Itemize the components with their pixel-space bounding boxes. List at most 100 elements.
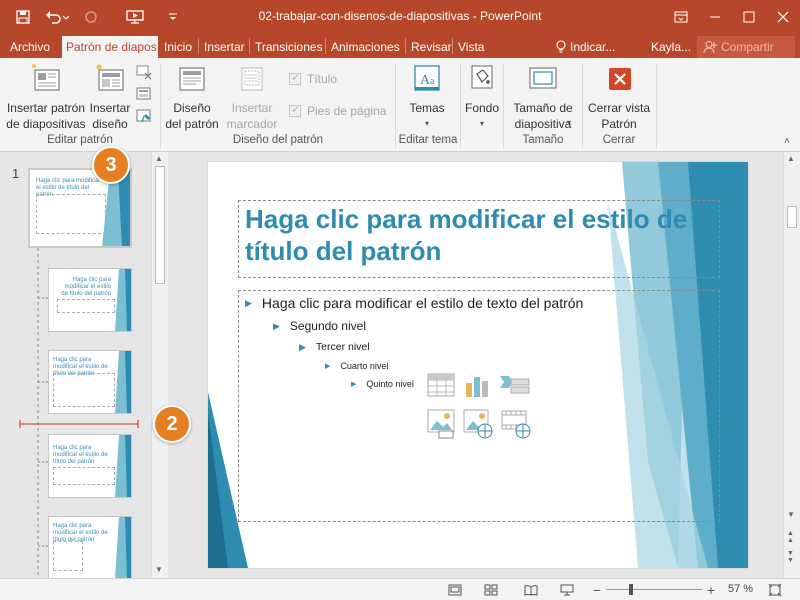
collapse-ribbon-icon[interactable]: ˄ <box>784 136 790 147</box>
group-close-label: Cerrar <box>602 134 636 146</box>
zoom-slider-thumb[interactable] <box>629 584 633 595</box>
lightbulb-icon <box>556 40 566 53</box>
editor-scroll-down-icon[interactable]: ▼ <box>787 510 795 519</box>
tab-revisar[interactable]: Revisar <box>407 36 456 58</box>
layout-thumbnail[interactable]: Haga clic para modificar el estilo de tí… <box>48 350 132 414</box>
next-slide-icon[interactable]: ▼ ▼ <box>787 550 794 564</box>
previous-slide-icon[interactable]: ▲ ▲ <box>787 530 794 544</box>
scroll-up-icon[interactable]: ▲ <box>155 154 163 163</box>
background-label: Fondo <box>464 101 500 115</box>
content-placeholder[interactable]: ▶ Haga clic para modificar el estilo de t… <box>238 290 720 522</box>
save-icon[interactable] <box>10 6 36 28</box>
share-button[interactable]: Compartir <box>697 36 795 58</box>
tab-insertar[interactable]: Insertar <box>200 36 249 58</box>
tab-vista[interactable]: Vista <box>454 36 488 58</box>
insert-slide-master-button[interactable]: Insertar patrón de diapositivas <box>4 62 88 132</box>
slide-size-icon <box>529 67 557 89</box>
layout-thumb-decoration <box>115 435 131 497</box>
slide-size-label1: Tamaño de <box>513 101 573 115</box>
slide-canvas[interactable]: Haga clic para modificar el estilo de tí… <box>208 162 748 568</box>
title-placeholder[interactable]: Haga clic para modificar el estilo de tí… <box>238 200 720 278</box>
layout-thumbnail[interactable]: Haga clic para modificar el estilo de tí… <box>48 268 132 332</box>
insert-smartart-icon[interactable] <box>499 373 531 399</box>
title-bar: 02-trabajar-con-disenos-de-diapositivas … <box>0 0 800 34</box>
customize-qat-icon[interactable] <box>160 6 186 28</box>
zoom-out-icon[interactable]: − <box>588 582 606 598</box>
insert-layout-icon <box>96 64 124 91</box>
layout-thumbnail[interactable]: Haga clic para modificar el estilo de tí… <box>48 516 132 578</box>
insert-online-picture-icon[interactable] <box>463 409 493 439</box>
insert-video-icon[interactable] <box>501 409 531 439</box>
themes-button[interactable]: Aa Temas ▾ <box>404 62 450 132</box>
bullet-level-2-text: Segundo nivel <box>289 319 366 333</box>
themes-icon: Aa <box>414 65 440 91</box>
bullet-level-1[interactable]: ▶ Haga clic para modificar el estilo de t… <box>245 295 583 311</box>
bullet-level-3[interactable]: ▶ Tercer nivel <box>299 341 370 353</box>
close-window-icon[interactable] <box>766 0 800 34</box>
insert-slide-master-label2: de diapositivas <box>6 117 86 131</box>
background-icon <box>471 65 493 89</box>
tab-archivo[interactable]: Archivo <box>6 36 54 58</box>
bullet-arrow-icon: ▶ <box>351 381 357 388</box>
close-master-view-button[interactable]: Cerrar vista Patrón <box>584 62 654 132</box>
tab-inicio[interactable]: Inicio <box>160 36 196 58</box>
user-name[interactable]: Kayla... <box>651 36 691 58</box>
normal-view-icon[interactable] <box>446 582 464 598</box>
bullet-level-3-text: Tercer nivel <box>315 341 370 353</box>
ribbon-display-options-icon[interactable] <box>664 0 698 34</box>
group-separator <box>582 64 583 148</box>
bullet-arrow-icon: ▶ <box>273 320 280 331</box>
layout-thumbnail[interactable]: Haga clic para modificar el estilo de tí… <box>48 434 132 498</box>
scroll-down-icon[interactable]: ▼ <box>155 565 163 574</box>
insert-placeholder-icon <box>241 67 263 91</box>
layout-thumb-body <box>53 541 83 571</box>
zoom-in-icon[interactable]: + <box>702 582 720 598</box>
zoom-level[interactable]: 57 % <box>728 583 753 595</box>
preserve-slide-icon[interactable] <box>136 108 152 124</box>
start-presentation-icon[interactable] <box>122 6 148 28</box>
master-layout-label2: del patrón <box>165 117 219 131</box>
fit-to-window-icon[interactable] <box>766 582 784 598</box>
insert-placeholder-label1: Insertar <box>231 101 273 115</box>
group-size-label: Tamaño <box>522 134 564 146</box>
tell-me-text: Indicar... <box>570 40 616 54</box>
insert-layout-button[interactable]: Insertar diseño <box>88 62 132 132</box>
reading-view-icon[interactable] <box>522 582 540 598</box>
thumb-pane-scrollbar[interactable]: ▲ ▼ <box>151 152 168 578</box>
tab-animaciones[interactable]: Animaciones <box>327 36 404 58</box>
rename-slide-icon[interactable] <box>136 86 152 102</box>
svg-text:a: a <box>430 76 435 87</box>
editor-scroll-up-icon[interactable]: ▲ <box>787 154 795 163</box>
themes-dropdown-icon: ▾ <box>424 119 429 128</box>
thumb-scrollbar-thumb[interactable] <box>155 166 165 284</box>
insert-slide-master-icon <box>32 64 60 91</box>
editor-scrollbar-thumb[interactable] <box>787 206 797 228</box>
background-dropdown-icon: ▾ <box>479 119 484 128</box>
master-layout-button[interactable]: Diseño del patrón <box>164 62 220 132</box>
bullet-level-5[interactable]: ▶ Quinto nivel <box>351 379 414 389</box>
close-master-icon <box>609 68 631 90</box>
slide-title[interactable]: Haga clic para modificar el estilo de tí… <box>245 203 709 267</box>
minimize-icon[interactable] <box>698 0 732 34</box>
thumbnail-pane[interactable]: 1 Haga clic para modificar el estilo de … <box>0 152 168 578</box>
share-person-icon <box>703 40 717 54</box>
insert-table-icon[interactable] <box>427 373 455 399</box>
slide-sorter-icon[interactable] <box>482 582 500 598</box>
tab-slide-master[interactable]: Patrón de diapos <box>62 36 158 58</box>
maximize-icon[interactable] <box>732 0 766 34</box>
delete-slide-icon[interactable] <box>136 64 152 80</box>
tell-me-box[interactable]: Indicar... <box>556 36 615 58</box>
slideshow-view-icon[interactable] <box>558 582 576 598</box>
tab-transiciones[interactable]: Transiciones <box>251 36 327 58</box>
bullet-arrow-icon: ▶ <box>325 363 331 370</box>
undo-icon[interactable] <box>40 6 74 28</box>
bullet-arrow-icon: ▶ <box>299 341 306 352</box>
editor-scrollbar[interactable]: ▲ ▼ ▲ ▲ ▼ ▼ <box>783 152 800 578</box>
bullet-level-2[interactable]: ▶ Segundo nivel <box>273 319 366 333</box>
zoom-slider[interactable] <box>606 589 702 590</box>
insert-picture-icon[interactable] <box>427 409 457 439</box>
layout-thumb-body <box>53 373 115 407</box>
insert-chart-icon[interactable] <box>463 373 491 399</box>
background-button[interactable]: Fondo ▾ <box>462 62 502 132</box>
bullet-level-4[interactable]: ▶ Cuarto nivel <box>325 361 388 371</box>
